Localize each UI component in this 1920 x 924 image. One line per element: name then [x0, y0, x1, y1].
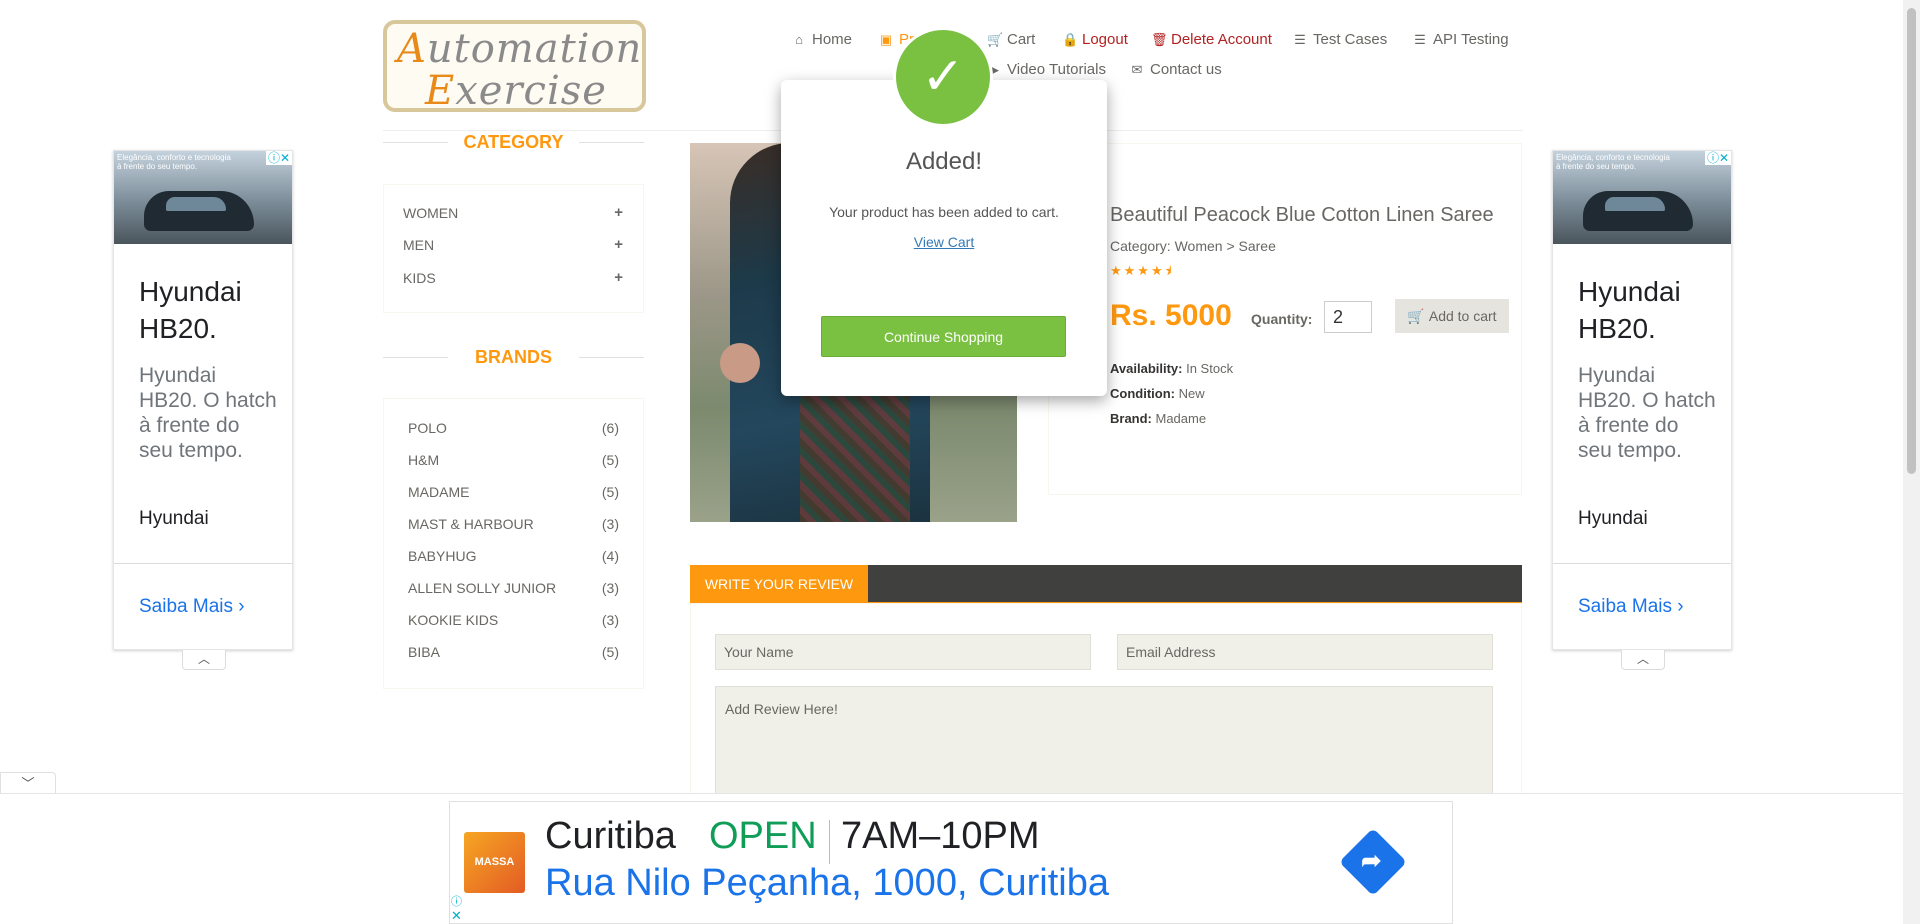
- continue-shopping-button[interactable]: Continue Shopping: [821, 316, 1066, 357]
- ad-divider: [1553, 563, 1731, 564]
- review-name-input[interactable]: [715, 634, 1091, 670]
- brand-mast-harbour[interactable]: MAST & HARBOUR (3): [408, 516, 619, 532]
- store-status: OPEN: [709, 815, 817, 857]
- ad-title: Hyundai HB20.: [1578, 276, 1681, 344]
- cart-icon: 🛒: [1407, 307, 1425, 324]
- rating-stars-icon: ★★★★⯨: [1110, 263, 1174, 278]
- ad-cta-link[interactable]: Saiba Mais ›: [139, 596, 245, 618]
- lock-icon: 🔒: [1062, 31, 1079, 47]
- heading-rule: [579, 142, 644, 143]
- plus-icon: +: [614, 204, 623, 221]
- chevron-right-icon: ›: [238, 596, 245, 617]
- ad-close-icon[interactable]: ✕: [451, 908, 462, 924]
- brands-heading: BRANDS: [383, 347, 644, 368]
- ad-tagline: Elegância, conforto e tecnologia à frent…: [117, 153, 231, 171]
- brand-allen-solly-junior[interactable]: ALLEN SOLLY JUNIOR (3): [408, 580, 619, 596]
- side-ad-left[interactable]: Elegância, conforto e tecnologia à frent…: [113, 150, 293, 670]
- ad-description: Hyundai HB20. O hatch à frente do seu te…: [139, 364, 277, 462]
- product-category: Category: Women > Saree: [1110, 238, 1276, 254]
- ad-brand: Hyundai: [139, 508, 209, 529]
- checkmark-icon: ✓: [896, 30, 990, 124]
- plus-icon: +: [614, 269, 623, 286]
- hand-shape: [720, 343, 760, 383]
- category-kids[interactable]: KIDS +: [403, 269, 623, 286]
- ad-brand: Hyundai: [1578, 508, 1648, 529]
- ad-title: Hyundai HB20.: [139, 276, 242, 344]
- product-condition: Condition: New: [1110, 386, 1205, 401]
- nav-cart[interactable]: 🛒 Cart: [987, 31, 1035, 48]
- product-name: Beautiful Peacock Blue Cotton Linen Sare…: [1110, 204, 1494, 226]
- category-men[interactable]: MEN +: [403, 236, 623, 253]
- category-women[interactable]: WOMEN +: [403, 204, 623, 221]
- brand-kookie-kids[interactable]: KOOKIE KIDS (3): [408, 612, 619, 628]
- product-availability: Availability: In Stock: [1110, 361, 1234, 376]
- ad-info-icon[interactable]: ⓘ: [451, 893, 462, 909]
- cart-icon: 🛒: [987, 31, 1004, 47]
- brand-polo[interactable]: POLO (6): [408, 420, 619, 436]
- logo-line-1: Automation: [397, 26, 643, 72]
- directions-arrow-icon: ➦: [1361, 847, 1382, 875]
- review-text-area[interactable]: [715, 686, 1493, 796]
- quantity-input[interactable]: [1324, 301, 1372, 333]
- store-address[interactable]: Rua Nilo Peçanha, 1000, Curitiba: [545, 862, 1109, 905]
- review-email-input[interactable]: [1117, 634, 1493, 670]
- heading-rule: [383, 357, 448, 358]
- product-brand: Brand: Madame: [1110, 411, 1207, 426]
- nav-delete-account[interactable]: 🗑 Delete Account: [1151, 31, 1272, 48]
- ad-car-image: Elegância, conforto e tecnologia à frent…: [114, 151, 292, 244]
- brand-hm[interactable]: H&M (5): [408, 452, 619, 468]
- tab-write-review[interactable]: WRITE YOUR REVIEW: [690, 565, 868, 603]
- ad-car-image: Elegância, conforto e tecnologia à frent…: [1553, 151, 1731, 244]
- brands-panel: POLO (6) H&M (5) MADAME (5) MAST & HARBOUR(…: [383, 398, 644, 689]
- ad-tagline: Elegância, conforto e tecnologia à frent…: [1556, 153, 1670, 171]
- nav-video-tutorials[interactable]: ▶ Video Tutorials: [987, 61, 1106, 78]
- view-cart-link[interactable]: View Cart: [781, 234, 1107, 250]
- bottom-ad-collapse-chevron-down-icon[interactable]: ﹀: [0, 772, 56, 794]
- envelope-icon: ✉: [1131, 61, 1143, 77]
- side-ad-right[interactable]: Elegância, conforto e tecnologia à frent…: [1552, 150, 1732, 670]
- brand-biba[interactable]: BIBA (5): [408, 644, 619, 660]
- ad-collapse-chevron-up-icon[interactable]: ︿: [182, 650, 226, 670]
- nav-home[interactable]: ⌂ Home: [792, 31, 852, 48]
- brand-madame[interactable]: MADAME (5): [408, 484, 619, 500]
- car-shape: [144, 191, 254, 231]
- product-price: Rs. 5000: [1110, 299, 1232, 332]
- category-panel: WOMEN + MEN + KIDS +: [383, 184, 644, 313]
- ad-description: Hyundai HB20. O hatch à frente do seu te…: [1578, 364, 1716, 462]
- vertical-scrollbar[interactable]: [1903, 0, 1920, 924]
- scrollbar-thumb[interactable]: [1907, 8, 1916, 474]
- nav-contact-us[interactable]: ✉ Contact us: [1130, 61, 1222, 78]
- store-name: Curitiba: [545, 815, 676, 857]
- brand-babyhug[interactable]: BABYHUG (4): [408, 548, 619, 564]
- nav-test-cases[interactable]: ☰ Test Cases: [1293, 31, 1387, 48]
- heading-rule: [579, 357, 644, 358]
- trash-icon: 🗑: [1151, 31, 1168, 47]
- heading-rule: [383, 142, 448, 143]
- list-icon: ☰: [1414, 31, 1426, 47]
- store-logo-thumbnail: MASSA: [464, 832, 525, 893]
- ad-divider: [114, 563, 292, 564]
- category-heading: CATEGORY: [383, 132, 644, 153]
- site-logo[interactable]: Automation Exercise: [383, 20, 646, 114]
- store-hours: 7AM–10PM: [841, 815, 1040, 857]
- ad-cta-link[interactable]: Saiba Mais ›: [1578, 596, 1684, 618]
- car-shape: [1583, 191, 1693, 231]
- nav-api-testing[interactable]: ☰ API Testing: [1413, 31, 1508, 48]
- plus-icon: +: [614, 236, 623, 253]
- chevron-right-icon: ›: [1677, 596, 1684, 617]
- modal-message: Your product has been added to cart.: [829, 204, 1059, 220]
- status-separator: [829, 820, 830, 864]
- nav-logout[interactable]: 🔒 Logout: [1062, 31, 1128, 48]
- quantity-label: Quantity:: [1251, 311, 1313, 327]
- home-icon: ⌂: [795, 32, 803, 47]
- list-icon: ☰: [1294, 31, 1306, 47]
- modal-title: Added!: [905, 148, 983, 175]
- logo-line-2: Exercise: [425, 68, 607, 114]
- products-icon: ▣: [879, 31, 893, 47]
- ad-close-icon[interactable]: ⓘ✕: [1704, 151, 1731, 165]
- ad-close-icon[interactable]: ⓘ✕: [265, 151, 292, 165]
- ad-collapse-chevron-up-icon[interactable]: ︿: [1621, 650, 1665, 670]
- add-to-cart-button[interactable]: 🛒 Add to cart: [1395, 299, 1509, 333]
